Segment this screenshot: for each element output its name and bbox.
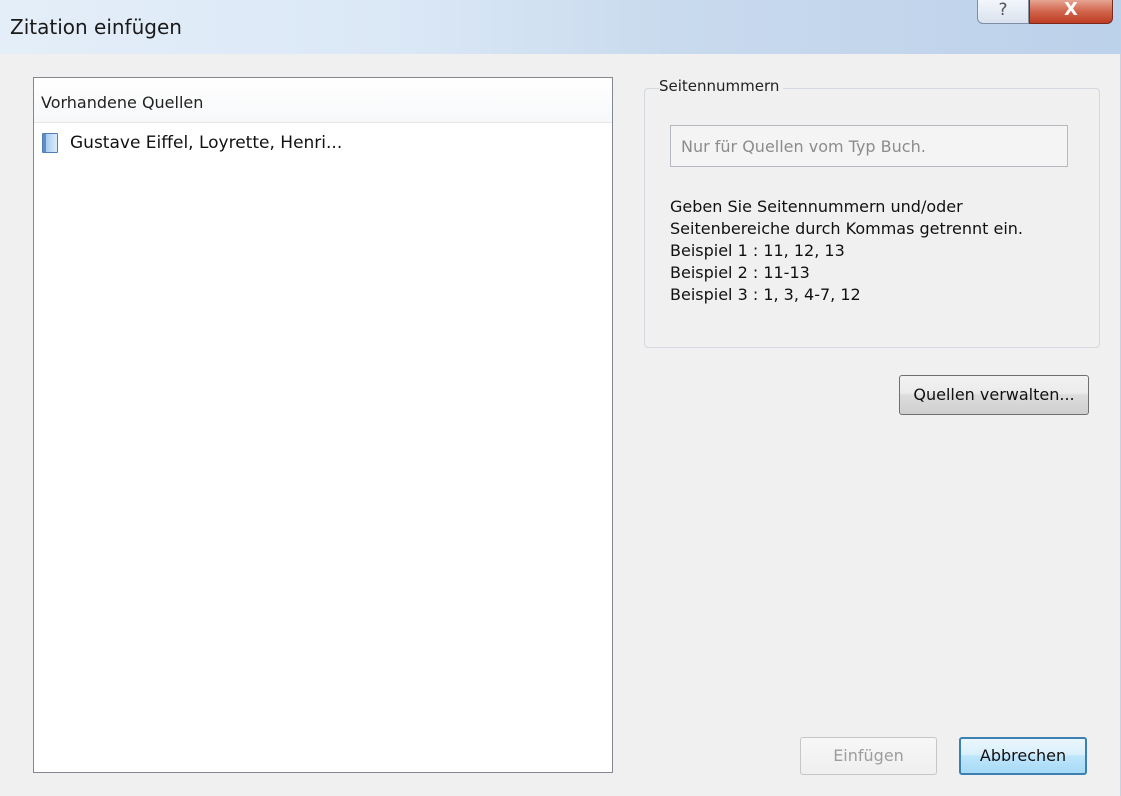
- help-button[interactable]: ?: [977, 0, 1029, 24]
- cancel-button[interactable]: Abbrechen: [959, 737, 1087, 775]
- page-numbers-input[interactable]: [670, 125, 1068, 167]
- insert-button[interactable]: Einfügen: [800, 737, 937, 775]
- sources-list[interactable]: Vorhandene Quellen Gustave Eiffel, Loyre…: [33, 77, 613, 773]
- help-line: Seitenbereiche durch Kommas getrennt ein…: [670, 219, 1024, 238]
- sources-list-header[interactable]: Vorhandene Quellen: [34, 78, 612, 123]
- help-line: Geben Sie Seitennummern und/oder: [670, 197, 963, 216]
- book-icon: [42, 133, 58, 153]
- page-numbers-group-label: Seitennummern: [659, 77, 784, 95]
- manage-sources-button[interactable]: Quellen verwalten...: [899, 375, 1089, 415]
- help-line: Beispiel 3 : 1, 3, 4-7, 12: [670, 285, 861, 304]
- page-numbers-help: Geben Sie Seitennummern und/oder Seitenb…: [670, 196, 1023, 306]
- title-bar: Zitation einfügen ? X: [0, 0, 1121, 54]
- help-line: Beispiel 2 : 11-13: [670, 263, 810, 282]
- list-item[interactable]: Gustave Eiffel, Loyrette, Henri...: [42, 130, 342, 156]
- window-title: Zitation einfügen: [10, 15, 182, 39]
- close-icon: X: [1064, 0, 1078, 20]
- help-icon: ?: [998, 0, 1008, 20]
- source-label: Gustave Eiffel, Loyrette, Henri...: [70, 133, 343, 153]
- help-line: Beispiel 1 : 11, 12, 13: [670, 241, 845, 260]
- close-button[interactable]: X: [1029, 0, 1113, 24]
- insert-citation-dialog: Zitation einfügen ? X Vorhandene Quellen…: [0, 0, 1121, 796]
